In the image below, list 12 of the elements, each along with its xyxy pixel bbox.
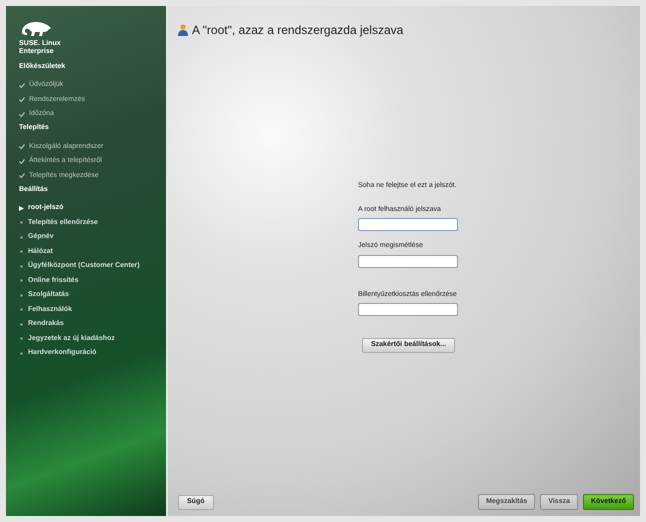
current-step-icon [19, 206, 24, 211]
page-title: A "root", azaz a rendszergazda jelszava [192, 22, 404, 39]
password-field[interactable] [358, 218, 458, 231]
check-icon [19, 112, 25, 117]
user-icon [178, 24, 188, 36]
password-field[interactable] [358, 254, 458, 268]
check-icon [19, 82, 25, 88]
check-icon [19, 144, 25, 150]
check-icon [19, 97, 25, 102]
check-icon [19, 158, 25, 164]
password-field[interactable] [358, 303, 458, 316]
check-icon [19, 173, 25, 178]
